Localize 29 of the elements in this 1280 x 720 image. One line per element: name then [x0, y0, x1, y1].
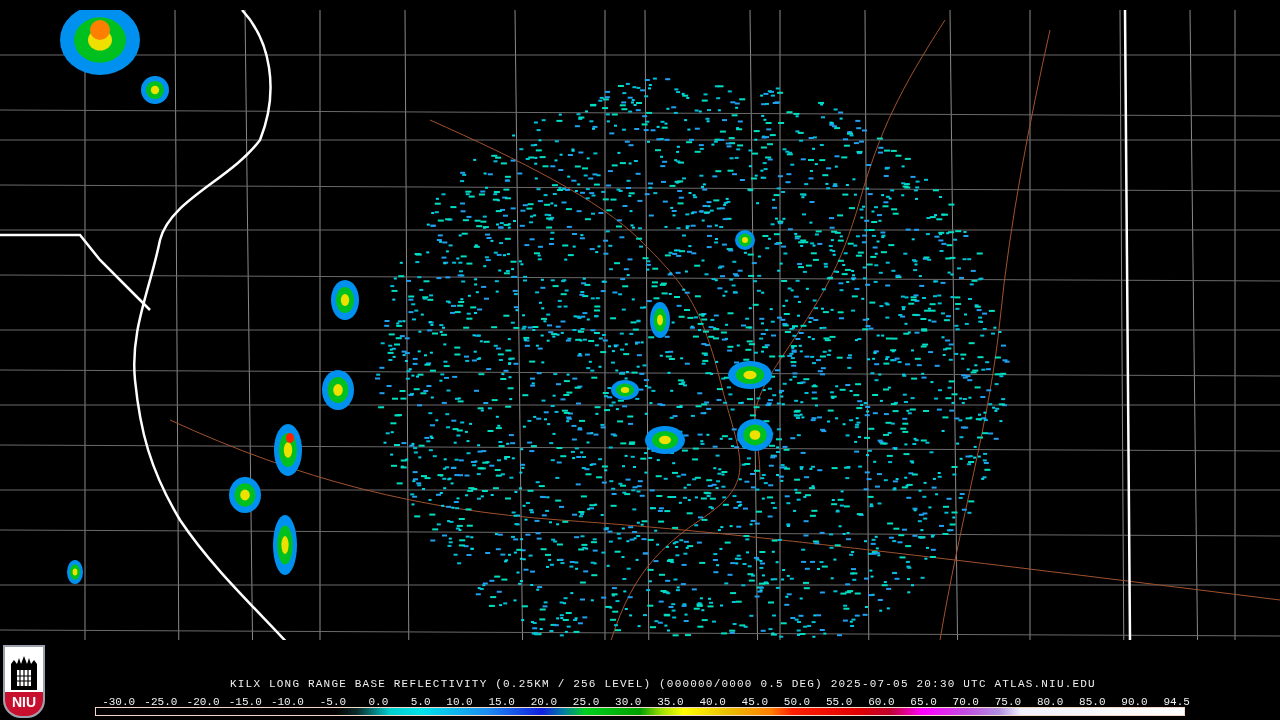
scale-label: -10.0	[269, 696, 304, 708]
scale-label: 30.0	[614, 696, 642, 708]
scale-label: 60.0	[867, 696, 895, 708]
scale-label: 20.0	[529, 696, 558, 708]
scale-label: 45.0	[740, 696, 768, 708]
scale-label: 50.0	[782, 696, 811, 708]
product-caption: KILX LONG RANGE BASE REFLECTIVITY (0.25KM / 256 LEVEL) (000000/0000 0.5 DEG) 2025-07-05 20:30 UTC ATLAS.NIU.EDU	[230, 677, 1096, 691]
scale-label: -20.0	[185, 696, 220, 708]
scale-label: 40.0	[698, 696, 726, 708]
scale-label: 35.0	[656, 696, 684, 708]
scale-label: 75.0	[993, 696, 1022, 708]
scale-label: -5.0	[318, 696, 347, 708]
scale-label: 94.5	[1162, 696, 1190, 708]
scale-label: 65.0	[909, 696, 937, 708]
tower-icon	[9, 656, 39, 690]
scale-label: 25.0	[571, 696, 600, 708]
scale-label: 55.0	[824, 696, 853, 708]
scale-label: -15.0	[227, 696, 262, 708]
scale-label: 10.0	[445, 696, 473, 708]
scale-label: 15.0	[487, 696, 515, 708]
scale-label: 70.0	[951, 696, 979, 708]
scale-label: 80.0	[1035, 696, 1064, 708]
scale-label: 5.0	[409, 696, 431, 708]
scale-label: 90.0	[1120, 696, 1148, 708]
scale-label: 0.0	[367, 696, 389, 708]
scale-label: 85.0	[1078, 696, 1106, 708]
logo-text: NIU	[5, 692, 43, 716]
scale-label: -30.0	[101, 696, 136, 708]
scale-label: -25.0	[143, 696, 178, 708]
